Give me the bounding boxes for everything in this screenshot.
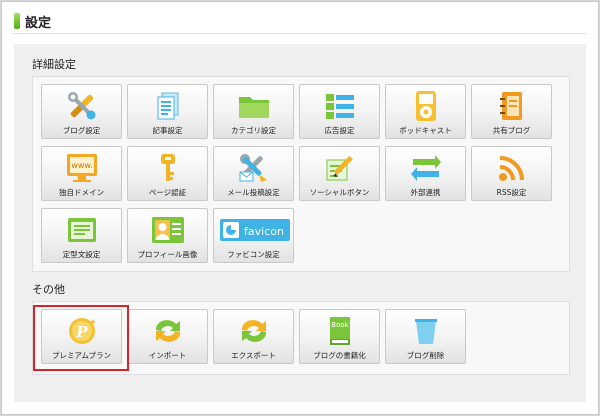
template-settings-button[interactable]: 定型文設定 bbox=[41, 208, 122, 263]
blog-book-button[interactable]: Book ブログの書籍化 bbox=[299, 309, 380, 364]
key-icon bbox=[128, 151, 207, 185]
import-label: インポート bbox=[148, 351, 187, 360]
blog-book-label: ブログの書籍化 bbox=[313, 351, 366, 360]
mail-post-settings-button[interactable]: メール投稿設定 bbox=[213, 146, 294, 201]
page-auth-button[interactable]: ページ認証 bbox=[127, 146, 208, 201]
header-accent-bar bbox=[14, 13, 20, 29]
favicon-settings-label: ファビコン設定 bbox=[227, 250, 280, 259]
premium-plan-highlight bbox=[33, 305, 129, 371]
tools-icon bbox=[42, 89, 121, 123]
custom-domain-label: 独自ドメイン bbox=[59, 188, 104, 197]
ad-settings-button[interactable]: 広告設定 bbox=[299, 84, 380, 139]
favicon-icon: favicon bbox=[214, 213, 293, 247]
category-settings-label: カテゴリ設定 bbox=[231, 126, 276, 135]
rss-settings-button[interactable]: RSS設定 bbox=[471, 146, 552, 201]
shared-blog-button[interactable]: 共有ブログ bbox=[471, 84, 552, 139]
page-header: 設定 bbox=[14, 12, 52, 31]
page-title: 設定 bbox=[25, 15, 52, 31]
blog-settings-button[interactable]: ブログ設定 bbox=[41, 84, 122, 139]
rss-icon bbox=[472, 151, 551, 185]
header-divider bbox=[12, 33, 586, 34]
external-link-label: 外部連携 bbox=[410, 188, 441, 197]
favicon-text: favicon bbox=[244, 225, 284, 238]
social-button-settings-button[interactable]: ソーシャルボタン bbox=[299, 146, 380, 201]
custom-domain-button[interactable]: www. 独自ドメイン bbox=[41, 146, 122, 201]
mail-post-settings-label: メール投稿設定 bbox=[227, 188, 280, 197]
document-icon bbox=[128, 89, 207, 123]
ipod-icon bbox=[386, 89, 465, 123]
page-auth-label: ページ認証 bbox=[148, 188, 187, 197]
favicon-settings-button[interactable]: favicon ファビコン設定 bbox=[213, 208, 294, 263]
delete-blog-button[interactable]: ブログ削除 bbox=[385, 309, 466, 364]
www-text: www. bbox=[71, 161, 92, 170]
rss-settings-label: RSS設定 bbox=[496, 188, 527, 197]
export-button[interactable]: エクスポート bbox=[213, 309, 294, 364]
export-arrows-icon bbox=[214, 314, 293, 348]
podcast-button[interactable]: ポッドキャスト bbox=[385, 84, 466, 139]
trash-icon bbox=[386, 314, 465, 348]
export-label: エクスポート bbox=[231, 351, 276, 360]
www-monitor-icon: www. bbox=[42, 151, 121, 185]
list-icon bbox=[300, 89, 379, 123]
profile-image-button[interactable]: プロフィール画像 bbox=[127, 208, 208, 263]
category-settings-button[interactable]: カテゴリ設定 bbox=[213, 84, 294, 139]
section-title-other: その他 bbox=[32, 283, 65, 296]
article-settings-label: 記事設定 bbox=[152, 126, 183, 135]
article-settings-button[interactable]: 記事設定 bbox=[127, 84, 208, 139]
book-icon: Book bbox=[300, 314, 379, 348]
podcast-label: ポッドキャスト bbox=[399, 126, 452, 135]
sync-arrows-icon bbox=[386, 151, 465, 185]
import-arrows-icon bbox=[128, 314, 207, 348]
profile-image-label: プロフィール画像 bbox=[137, 250, 198, 259]
profile-card-icon bbox=[128, 213, 207, 247]
folder-icon bbox=[214, 89, 293, 123]
ad-settings-label: 広告設定 bbox=[324, 126, 355, 135]
template-settings-label: 定型文設定 bbox=[62, 250, 101, 259]
external-link-button[interactable]: 外部連携 bbox=[385, 146, 466, 201]
blog-settings-label: ブログ設定 bbox=[62, 126, 101, 135]
text-template-icon bbox=[42, 213, 121, 247]
mail-tools-icon bbox=[214, 151, 293, 185]
shared-blog-label: 共有ブログ bbox=[492, 126, 531, 135]
notebook-icon bbox=[472, 89, 551, 123]
pencil-note-icon bbox=[300, 151, 379, 185]
book-text: Book bbox=[331, 321, 349, 329]
section-title-detail: 詳細設定 bbox=[32, 58, 76, 71]
import-button[interactable]: インポート bbox=[127, 309, 208, 364]
social-button-settings-label: ソーシャルボタン bbox=[309, 188, 370, 197]
delete-blog-label: ブログ削除 bbox=[406, 351, 445, 360]
